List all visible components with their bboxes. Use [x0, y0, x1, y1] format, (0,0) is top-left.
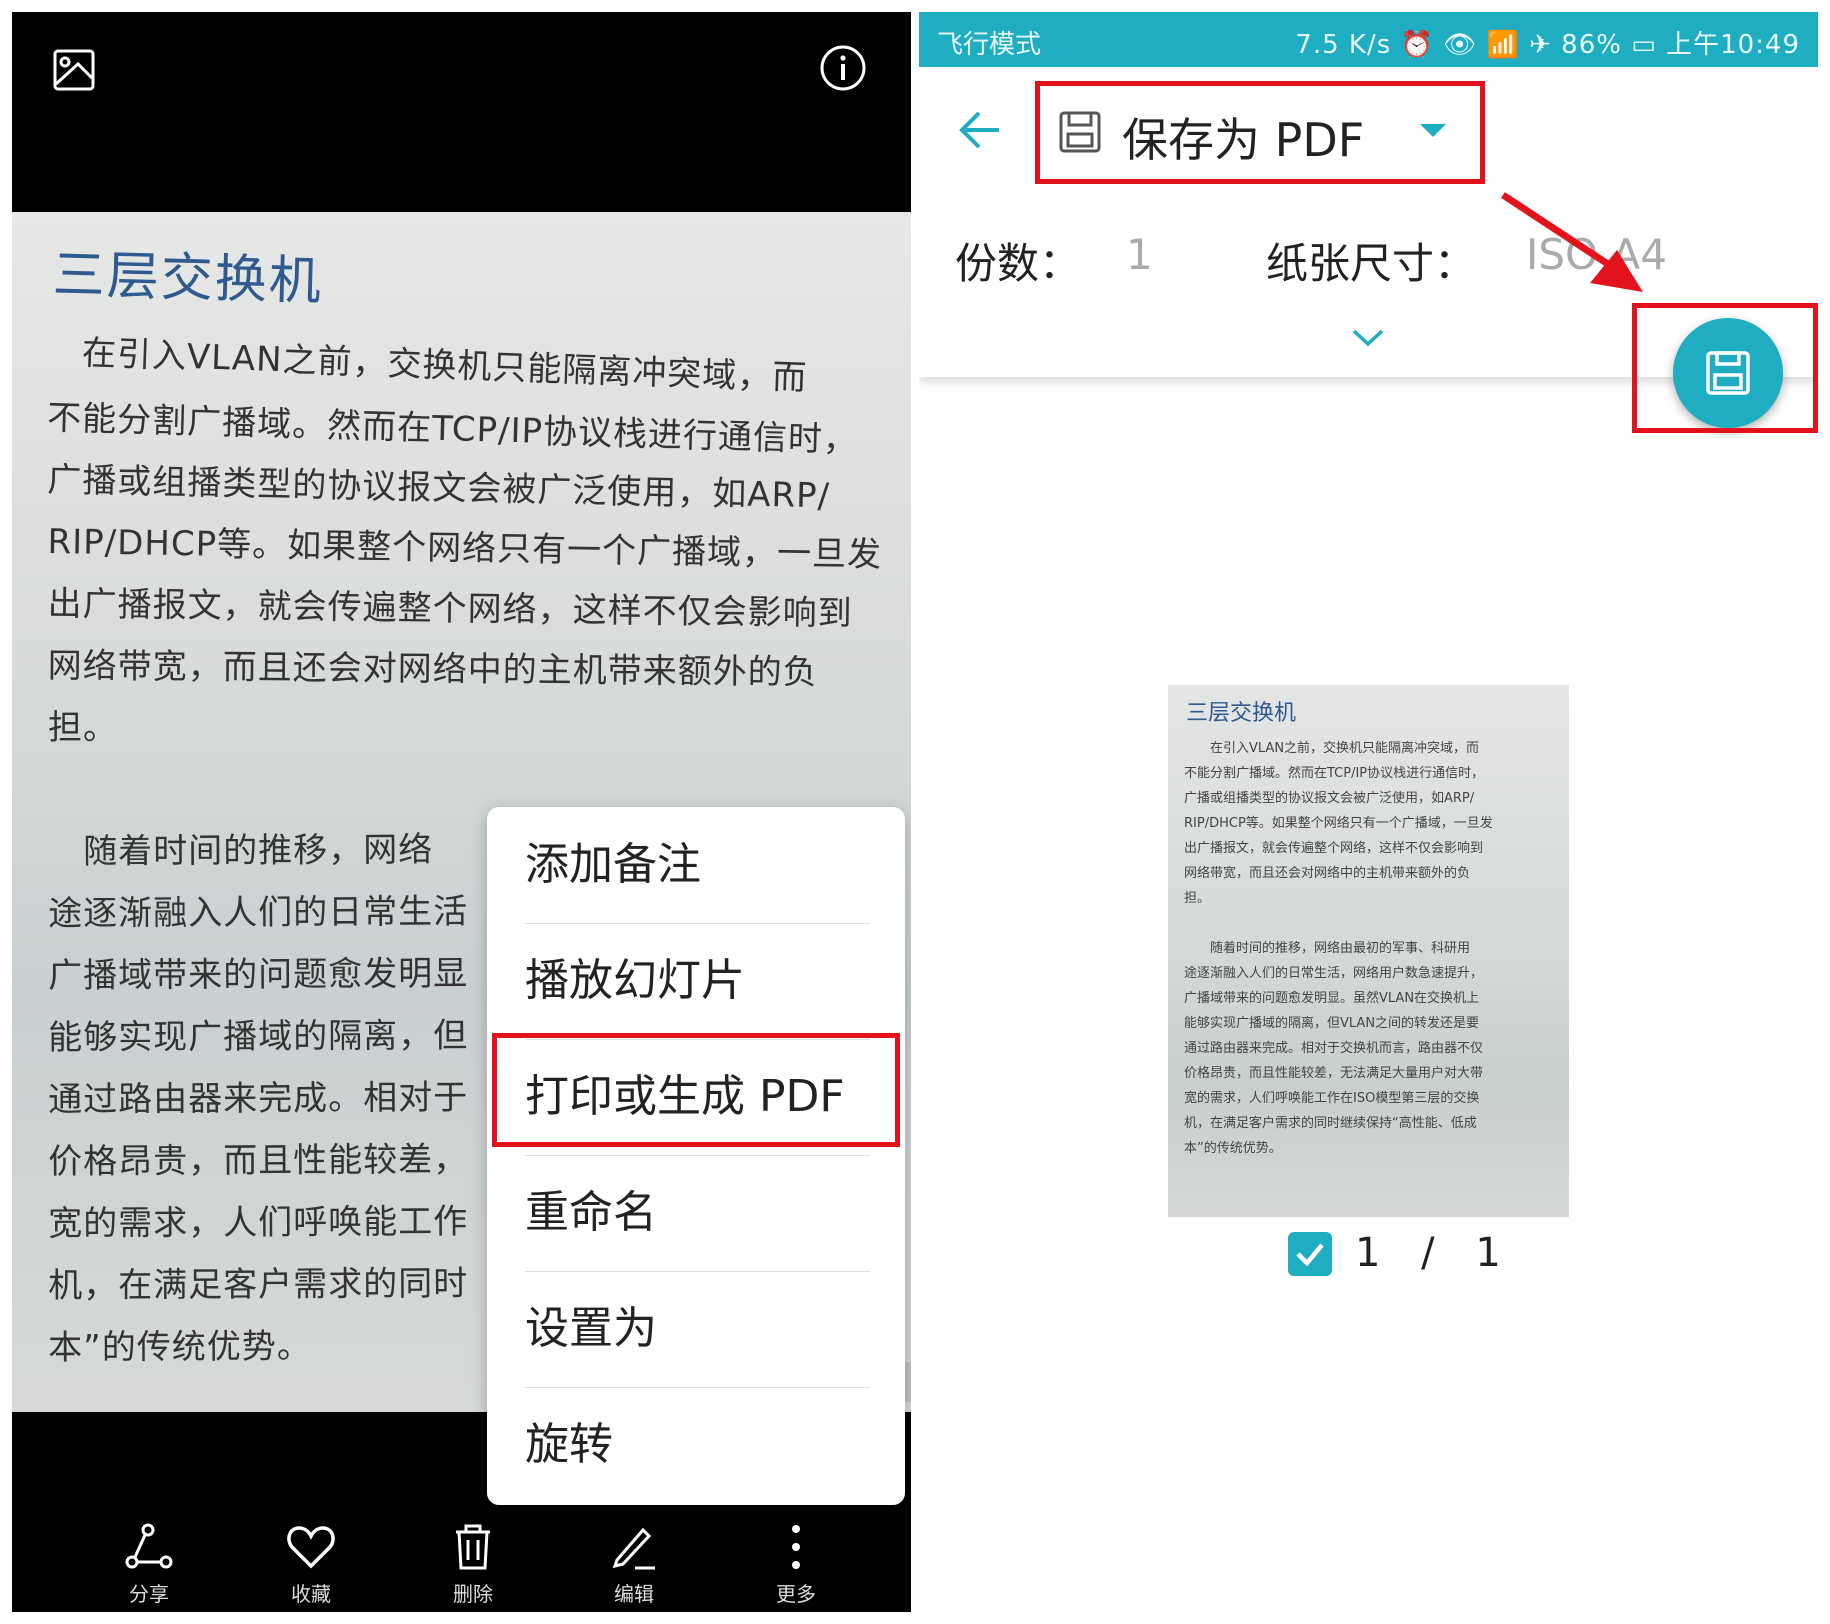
- photo-text-line: 宽的需求，人们呼唤能工作: [48, 1201, 469, 1244]
- photo-text-line: 在引入VLAN之前，交换机只能隔离冲突域，而: [46, 331, 808, 399]
- edit-label: 编辑: [614, 1582, 654, 1606]
- photo-text-line: 通过路由器来完成。相对于: [48, 1077, 469, 1120]
- dropdown-caret-icon: [1420, 124, 1446, 137]
- photo-text-line: 担。: [48, 708, 118, 748]
- thumbnail-text-line: 能够实现广播域的隔离，但VLAN之间的转发还是要: [1184, 1016, 1480, 1031]
- heart-icon: [287, 1526, 335, 1569]
- delete-label: 删除: [453, 1582, 493, 1606]
- photo-text-line: 能够实现广播域的隔离，但: [48, 1015, 469, 1058]
- airplane-icon: ✈: [1529, 30, 1552, 60]
- menu-item-rename[interactable]: 重命名: [525, 1155, 870, 1271]
- photo-text-line: 随着时间的推移，网络: [48, 829, 434, 872]
- image-icon[interactable]: [52, 48, 96, 92]
- photo-text-line: 价格昂贵，而且性能较差，: [48, 1139, 469, 1182]
- edit-button[interactable]: 编辑: [579, 1522, 689, 1607]
- thumbnail-title: 三层交换机: [1186, 701, 1297, 726]
- paper-size-label: 纸张尺寸：: [1266, 239, 1477, 288]
- save-icon: [1059, 111, 1101, 153]
- airplane-mode-text: 飞行模式: [937, 30, 1042, 60]
- more-icon: [792, 1525, 800, 1569]
- network-speed: 7.5 K/s: [1295, 30, 1392, 60]
- thumbnail-text-line: 出广播报文，就会传遍整个网络，这样不仅会影响到: [1184, 841, 1484, 856]
- status-right: 7.5 K/s ⏰ 👁 📶 ✈ 86% ▭ 上午10:49: [1295, 24, 1800, 61]
- thumbnail-text-line: 通过路由器来完成。相对于交换机而言，路由器不仅: [1184, 1041, 1484, 1056]
- more-label: 更多: [776, 1582, 816, 1606]
- thumbnail-text-line: 价格昂贵，而且性能较差，无法满足大量用户对大带: [1184, 1066, 1484, 1081]
- thumbnail-text-line: 在引入VLAN之前，交换机只能隔离冲突域，而: [1184, 741, 1480, 756]
- check-icon: [1296, 1243, 1324, 1267]
- photo-text-line: 广播或组播类型的协议报文会被广泛使用，如ARP/: [46, 459, 831, 517]
- thumbnail-text-line: 网络带宽，而且还会对网络中的主机带来额外的负: [1184, 866, 1471, 881]
- photo-text-line: 不能分割广播域。然而在TCP/IP协议栈进行通信时，: [46, 397, 859, 461]
- chevron-down-icon[interactable]: [1350, 325, 1386, 349]
- copies-value[interactable]: 1: [1126, 230, 1153, 279]
- more-button[interactable]: 更多: [741, 1522, 851, 1607]
- menu-item-rotate[interactable]: 旋转: [525, 1387, 870, 1503]
- print-preview-screen: 飞行模式 7.5 K/s ⏰ 👁 📶 ✈ 86% ▭ 上午10:49 保存为 P…: [919, 12, 1818, 1612]
- thumbnail-text-line: 不能分割广播域。然而在TCP/IP协议栈进行通信时，: [1184, 766, 1485, 781]
- thumbnail-text-line: 本”的传统优势。: [1184, 1141, 1282, 1156]
- wifi-icon: 📶: [1486, 30, 1520, 60]
- printer-name: 保存为 PDF: [1122, 113, 1365, 167]
- share-icon: [125, 1523, 173, 1569]
- printer-selector[interactable]: 保存为 PDF: [1035, 81, 1485, 184]
- thumbnail-text-line: 随着时间的推移，网络由最初的军事、科研用: [1184, 941, 1471, 956]
- photo-text-line: 机，在满足客户需求的同时: [48, 1263, 469, 1306]
- share-button[interactable]: 分享: [94, 1522, 204, 1607]
- info-icon[interactable]: [819, 44, 867, 92]
- thumbnail-text-line: 广播或组播类型的协议报文会被广泛使用，如ARP/: [1184, 791, 1475, 806]
- thumbnail-text-line: 担。: [1184, 891, 1211, 906]
- thumbnail-text-line: 宽的需求，人们呼唤能工作在ISO模型第三层的交换: [1184, 1091, 1480, 1106]
- print-pdf-highlight-box: [492, 1033, 900, 1147]
- edit-icon: [612, 1527, 655, 1570]
- photo-title: 三层交换机: [52, 244, 324, 313]
- paper-size-value[interactable]: ISO A4: [1526, 230, 1667, 279]
- battery-percent: 86%: [1561, 30, 1622, 60]
- photo-text-line: 途逐渐融入人们的日常生活: [48, 891, 469, 934]
- more-options-menu: 添加备注 播放幻灯片 打印或生成 PDF 重命名 设置为 旋转: [487, 807, 905, 1505]
- delete-button[interactable]: 删除: [418, 1522, 528, 1607]
- thumbnail-text-line: 机，在满足客户需求的同时继续保持“高性能、低成: [1184, 1116, 1477, 1131]
- trash-icon: [456, 1524, 490, 1570]
- photo-text-line: 本”的传统优势。: [48, 1326, 312, 1368]
- status-bar: 飞行模式 7.5 K/s ⏰ 👁 📶 ✈ 86% ▭ 上午10:49: [919, 12, 1818, 67]
- eye-icon: 👁: [1443, 30, 1478, 60]
- thumbnail-text-line: 广播域带来的问题愈发明显。虽然VLAN在交换机上: [1184, 991, 1480, 1006]
- battery-icon: ▭: [1631, 30, 1657, 60]
- photo-text-line: 网络带宽，而且还会对网络中的主机带来额外的负: [47, 645, 818, 693]
- menu-item-add-note[interactable]: 添加备注: [525, 807, 870, 923]
- favorite-label: 收藏: [291, 1582, 331, 1606]
- photo-text-line: 出广播报文，就会传遍整个网络，这样不仅会影响到: [47, 583, 853, 634]
- save-button-highlight-box: [1632, 303, 1818, 433]
- thumbnail-text-line: 途逐渐融入人们的日常生活，网络用户数急速提升，: [1184, 966, 1484, 981]
- page-checkbox[interactable]: [1288, 1232, 1332, 1276]
- back-arrow-icon[interactable]: [957, 107, 1003, 153]
- thumbnail-text-line: RIP/DHCP等。如果整个网络只有一个广播域，一旦发: [1184, 816, 1493, 831]
- page-thumbnail[interactable]: 三层交换机 在引入VLAN之前，交换机只能隔离冲突域，而 不能分割广播域。然而在T…: [1168, 685, 1569, 1217]
- favorite-button[interactable]: 收藏: [256, 1522, 366, 1607]
- menu-item-set-as[interactable]: 设置为: [525, 1271, 870, 1387]
- copies-label: 份数：: [955, 239, 1082, 288]
- clock: 上午10:49: [1666, 30, 1800, 60]
- gallery-viewer-screen: 三层交换机 在引入VLAN之前，交换机只能隔离冲突域，而 不能分割广播域。然而在T…: [12, 12, 911, 1612]
- photo-text-line: RIP/DHCP等。如果整个网络只有一个广播域，一旦发: [47, 521, 883, 576]
- menu-item-slideshow[interactable]: 播放幻灯片: [525, 923, 870, 1039]
- page-indicator: 1 / 1: [1355, 1230, 1515, 1276]
- photo-text-line: 广播域带来的问题愈发明显: [48, 953, 469, 996]
- viewer-top-bar: [12, 12, 911, 212]
- alarm-icon: ⏰: [1400, 30, 1434, 60]
- share-label: 分享: [129, 1582, 169, 1606]
